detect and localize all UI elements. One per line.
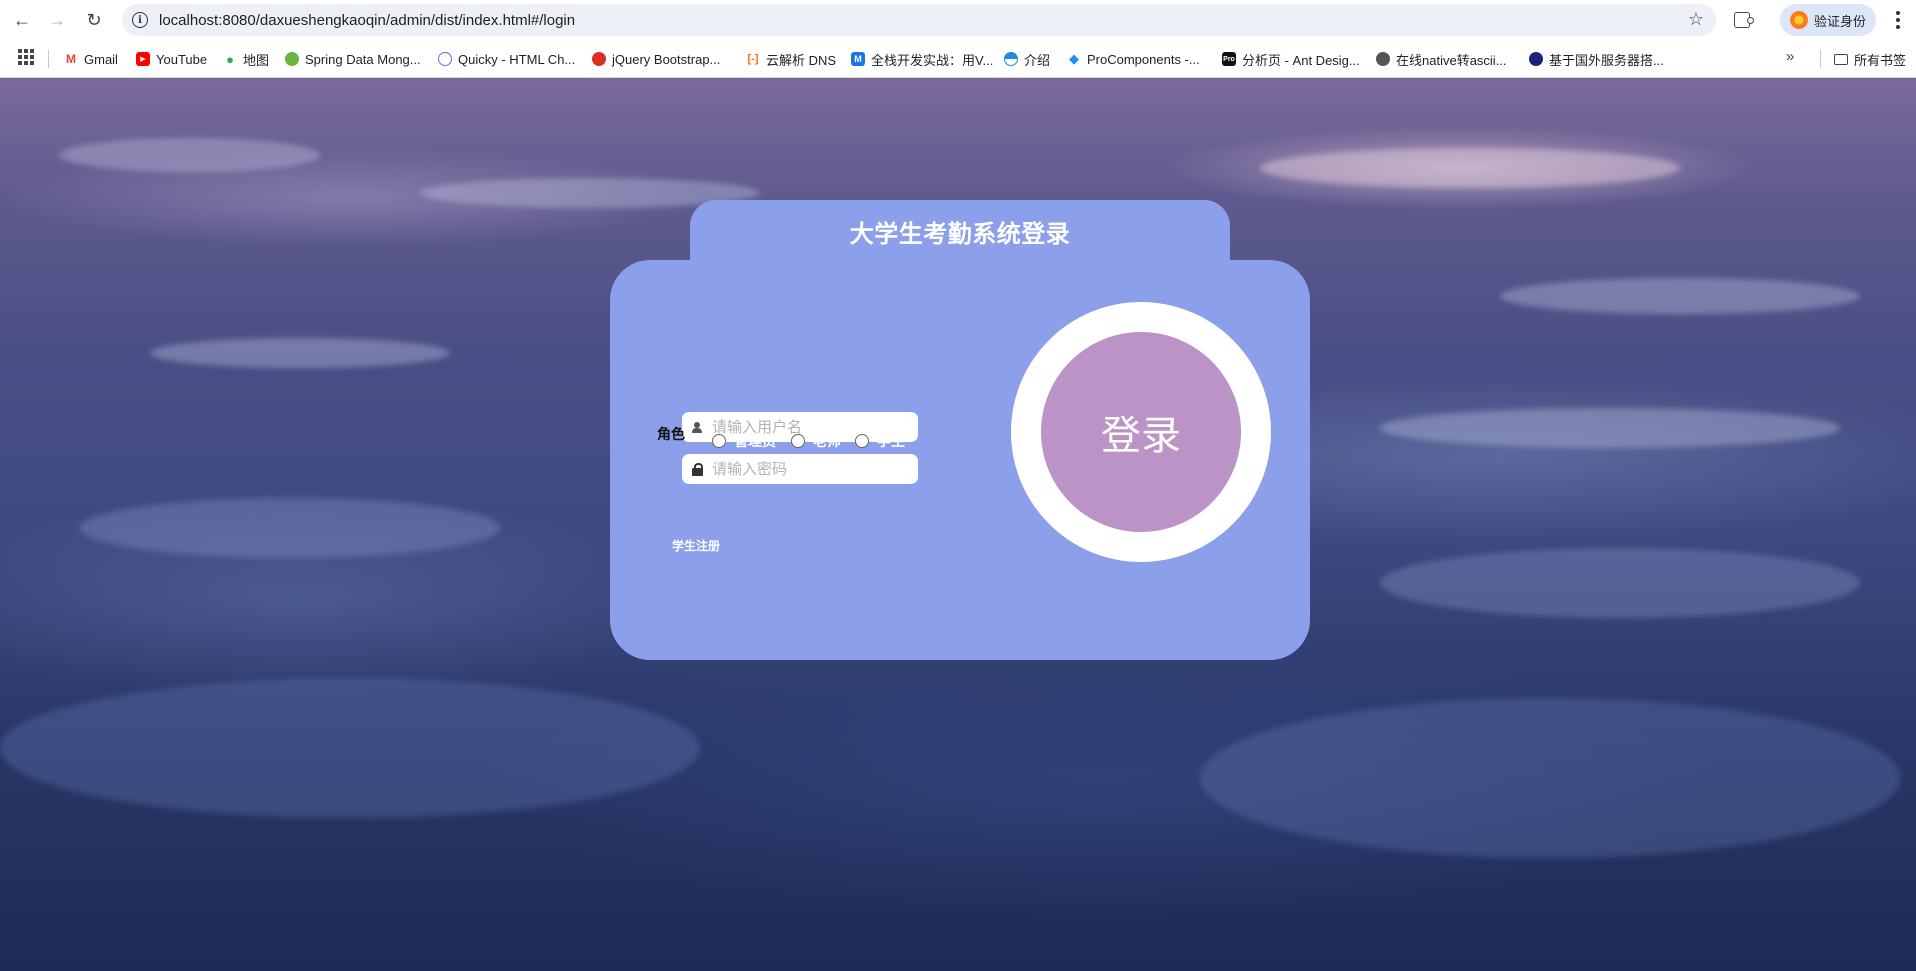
profile-button[interactable]: 验证身份 [1780,4,1876,36]
youtube-icon: ▶ [136,52,150,66]
extensions-icon[interactable] [1730,8,1754,32]
role-option-label: 管理员 [734,434,776,450]
spring-icon [285,52,299,66]
address-bar[interactable]: i localhost:8080/daxueshengkaoqin/admin/… [122,4,1716,36]
role-option-admin[interactable]: 管理员 [712,431,776,451]
bookmark-maps[interactable]: ● 地图 [223,48,269,70]
student-register-link[interactable]: 学生注册 [672,537,720,554]
bookmark-label: 地图 [243,52,270,68]
bookmark-label: jQuery Bootstrap... [612,51,721,67]
apps-grid-icon[interactable] [18,49,34,65]
quicky-icon [438,52,452,66]
radio-button[interactable] [855,434,869,448]
m-icon: M [851,52,865,66]
background-cloud [1200,698,1900,858]
pro-icon: Pro [1222,52,1236,66]
bookmark-label: Spring Data Mong... [305,51,421,67]
password-field[interactable] [682,454,918,484]
user-icon [690,420,704,434]
background-cloud [1500,278,1860,314]
bookmark-star-icon[interactable]: ☆ [1688,9,1704,30]
maps-pin-icon: ● [223,52,237,67]
bookmark-label: 介绍 [1024,52,1051,68]
bookmark-jquery-bootstrap[interactable]: jQuery Bootstrap... [592,48,720,70]
background-cloud [1260,148,1680,188]
reload-icon[interactable]: ↻ [80,8,108,32]
back-arrow-icon[interactable]: ← [8,8,36,32]
globe-icon [1376,52,1390,66]
procomponents-icon: ◆ [1067,51,1081,66]
role-option-student[interactable]: 学生 [855,431,905,451]
intro-icon [1004,52,1018,66]
password-input[interactable] [712,460,912,478]
background-cloud [80,498,500,558]
bookmark-label: 云解析 DNS [766,52,837,68]
bookmark-gmail[interactable]: M Gmail [64,48,118,70]
bookmark-label: Quicky - HTML Ch... [458,51,576,67]
bookmark-ant-design-analysis[interactable]: Pro 分析页 - Ant Desig... [1222,48,1360,70]
bookmark-label: 在线native转ascii... [1396,52,1507,68]
bookmarks-divider [1820,50,1821,68]
bookmark-cloud-dns[interactable]: [-] 云解析 DNS [746,48,836,70]
bookmark-intro[interactable]: 介绍 [1004,48,1050,70]
browser-toolbar: ← → ↻ i localhost:8080/daxueshengkaoqin/… [0,0,1916,40]
bookmarks-divider [48,50,49,68]
more-bookmarks-chevron-icon[interactable]: » [1786,48,1794,65]
background-cloud [150,338,450,368]
bookmark-spring-data[interactable]: Spring Data Mong... [285,48,421,70]
site-info-icon[interactable]: i [132,12,148,28]
browser-menu-icon[interactable] [1886,8,1910,32]
bookmark-youtube[interactable]: ▶ YouTube [136,48,207,70]
all-bookmarks-folder[interactable]: 所有书签 [1834,48,1906,70]
bookmark-quicky[interactable]: Quicky - HTML Ch... [438,48,575,70]
bookmark-label: ProComponents -... [1087,51,1200,67]
gmail-icon: M [64,52,78,66]
server-icon [1529,52,1543,66]
bookmark-label: 分析页 - Ant Desig... [1242,52,1360,68]
login-title: 大学生考勤系统登录 [849,221,1071,248]
forward-arrow-icon[interactable]: → [43,8,71,32]
bookmark-fullstack[interactable]: M 全栈开发实战：用V... [851,48,993,70]
jquery-icon [592,52,606,66]
profile-label: 验证身份 [1814,13,1867,29]
all-bookmarks-label: 所有书签 [1854,52,1907,68]
profile-avatar-icon [1790,11,1808,29]
cloud-dns-icon: [-] [746,52,760,66]
background-cloud [1380,548,1860,618]
background-cloud [60,138,320,172]
folder-icon [1834,53,1848,65]
role-option-label: 学生 [877,434,905,450]
bookmark-label: Gmail [84,51,118,67]
bookmark-native-ascii[interactable]: 在线native转ascii... [1376,48,1507,70]
radio-button[interactable] [712,434,726,448]
role-option-label: 老师 [813,434,841,450]
background-cloud [1380,408,1840,448]
role-option-teacher[interactable]: 老师 [791,431,841,451]
bookmarks-bar: M Gmail ▶ YouTube ● 地图 Spring Data Mong.… [0,40,1916,78]
login-button[interactable]: 登录 [1041,332,1241,532]
radio-button[interactable] [791,434,805,448]
bookmark-label: 基于国外服务器搭... [1549,52,1664,68]
url-text[interactable]: localhost:8080/daxueshengkaoqin/admin/di… [159,12,575,29]
bookmark-label: YouTube [156,51,208,67]
bookmark-server-setup[interactable]: 基于国外服务器搭... [1529,48,1664,70]
lock-icon [690,462,704,476]
bookmark-procomponents[interactable]: ◆ ProComponents -... [1067,48,1200,70]
background-cloud [0,678,700,818]
bookmark-label: 全栈开发实战：用V... [871,52,994,68]
role-label: 角色 [657,427,685,443]
